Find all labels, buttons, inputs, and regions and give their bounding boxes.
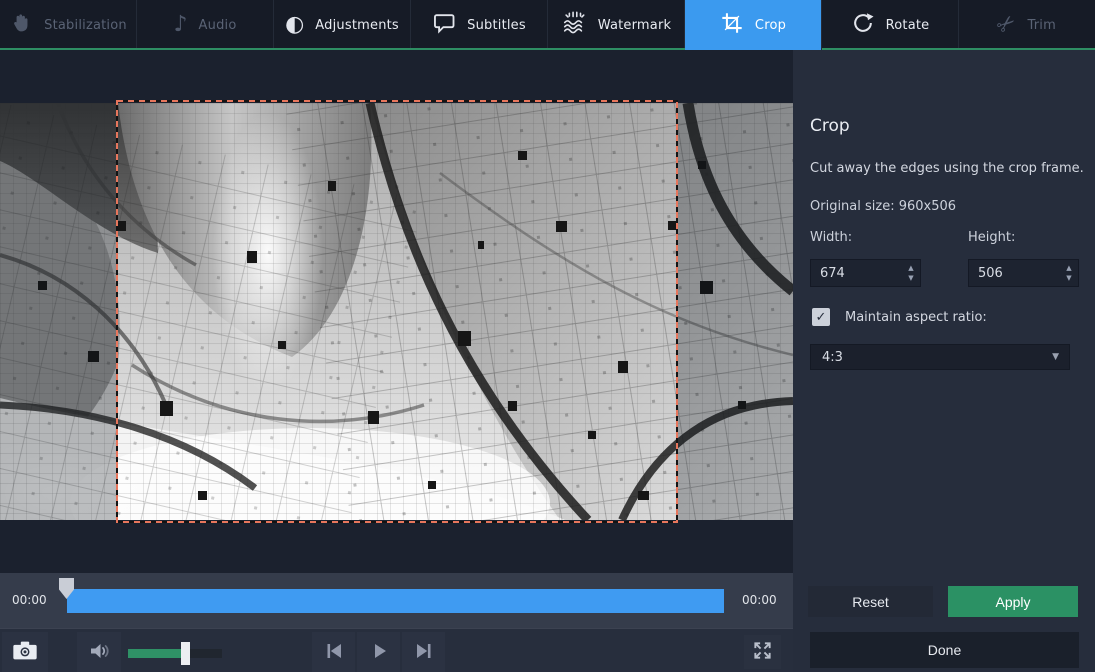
seek-bar[interactable] <box>67 589 724 613</box>
watermark-icon <box>561 10 587 41</box>
total-time-label: 00:00 <box>742 573 777 628</box>
tab-label: Crop <box>755 18 786 33</box>
height-spinner: ▲ ▼ <box>1061 260 1077 286</box>
done-button[interactable]: Done <box>810 632 1079 668</box>
mute-button[interactable] <box>77 632 121 672</box>
height-field-wrap: ▲ ▼ <box>968 259 1079 287</box>
tab-subtitles[interactable]: Subtitles <box>411 0 548 50</box>
music-note-icon: ♪ <box>174 14 188 36</box>
fullscreen-icon <box>752 640 773 664</box>
play-icon <box>369 641 389 664</box>
maintain-aspect-ratio-checkbox[interactable]: ✓ <box>812 308 830 326</box>
crop-frame[interactable] <box>115 99 679 524</box>
hand-icon <box>9 11 33 40</box>
current-time-label: 00:00 <box>12 573 47 628</box>
play-button[interactable] <box>357 632 400 672</box>
tab-audio[interactable]: ♪ Audio <box>137 0 274 50</box>
fullscreen-button[interactable] <box>744 635 781 669</box>
next-frame-button[interactable] <box>402 632 445 672</box>
original-size-label: Original size: 960x506 <box>810 199 956 214</box>
speech-bubble-icon <box>432 11 456 40</box>
aspect-ratio-value: 4:3 <box>822 350 843 365</box>
app-window: Stabilization ♪ Audio ◐ Adjustments Subt… <box>0 0 1095 672</box>
snapshot-button[interactable] <box>2 632 48 672</box>
crop-dim-overlay-right <box>677 103 793 520</box>
panel-title: Crop <box>810 116 850 136</box>
tab-watermark[interactable]: Watermark <box>548 0 685 50</box>
aspect-ratio-select[interactable]: 4:3 ▼ <box>810 344 1070 370</box>
spinner-down-icon[interactable]: ▼ <box>1066 275 1071 282</box>
scissors-icon: ✂ <box>993 11 1021 40</box>
reset-button[interactable]: Reset <box>808 586 933 617</box>
width-field-wrap: ▲ ▼ <box>810 259 921 287</box>
tab-label: Rotate <box>886 18 930 33</box>
speaker-icon <box>87 639 111 666</box>
tab-stabilization[interactable]: Stabilization <box>0 0 137 50</box>
tab-label: Audio <box>199 18 237 33</box>
tab-label: Subtitles <box>467 18 526 33</box>
tab-label: Watermark <box>598 18 672 33</box>
crop-dim-overlay-left <box>0 103 117 520</box>
tab-label: Trim <box>1027 18 1055 33</box>
apply-button[interactable]: Apply <box>948 586 1078 617</box>
tab-label: Adjustments <box>315 18 399 33</box>
maintain-aspect-ratio-label: Maintain aspect ratio: <box>845 310 987 325</box>
tab-adjustments[interactable]: ◐ Adjustments <box>274 0 411 50</box>
camera-icon <box>11 638 39 666</box>
previous-frame-button[interactable] <box>312 632 355 672</box>
tab-label: Stabilization <box>44 18 127 33</box>
previous-frame-icon <box>324 641 344 664</box>
width-spinner: ▲ ▼ <box>903 260 919 286</box>
timeline[interactable]: 00:00 00:00 <box>0 573 793 628</box>
volume-slider-fill <box>128 649 185 658</box>
panel-description: Cut away the edges using the crop frame. <box>810 161 1084 176</box>
spinner-up-icon[interactable]: ▲ <box>1066 265 1071 272</box>
spinner-up-icon[interactable]: ▲ <box>908 265 913 272</box>
checkmark-icon: ✓ <box>816 310 827 325</box>
tab-rotate[interactable]: Rotate <box>822 0 959 50</box>
width-label: Width: <box>810 230 852 245</box>
next-frame-icon <box>414 641 434 664</box>
tab-trim[interactable]: ✂ Trim <box>959 0 1095 50</box>
toolbar: Stabilization ♪ Audio ◐ Adjustments Subt… <box>0 0 1095 50</box>
video-preview-area <box>0 50 793 573</box>
height-label: Height: <box>968 230 1015 245</box>
volume-slider[interactable] <box>128 649 222 658</box>
crop-panel: Crop Cut away the edges using the crop f… <box>793 50 1095 672</box>
spinner-down-icon[interactable]: ▼ <box>908 275 913 282</box>
volume-slider-handle[interactable] <box>181 642 190 665</box>
playback-controls-bar <box>0 628 793 672</box>
rotate-icon <box>851 11 875 40</box>
contrast-icon: ◐ <box>285 14 304 36</box>
tab-crop[interactable]: Crop <box>685 0 822 50</box>
crop-icon <box>720 11 744 40</box>
chevron-down-icon: ▼ <box>1052 352 1059 362</box>
